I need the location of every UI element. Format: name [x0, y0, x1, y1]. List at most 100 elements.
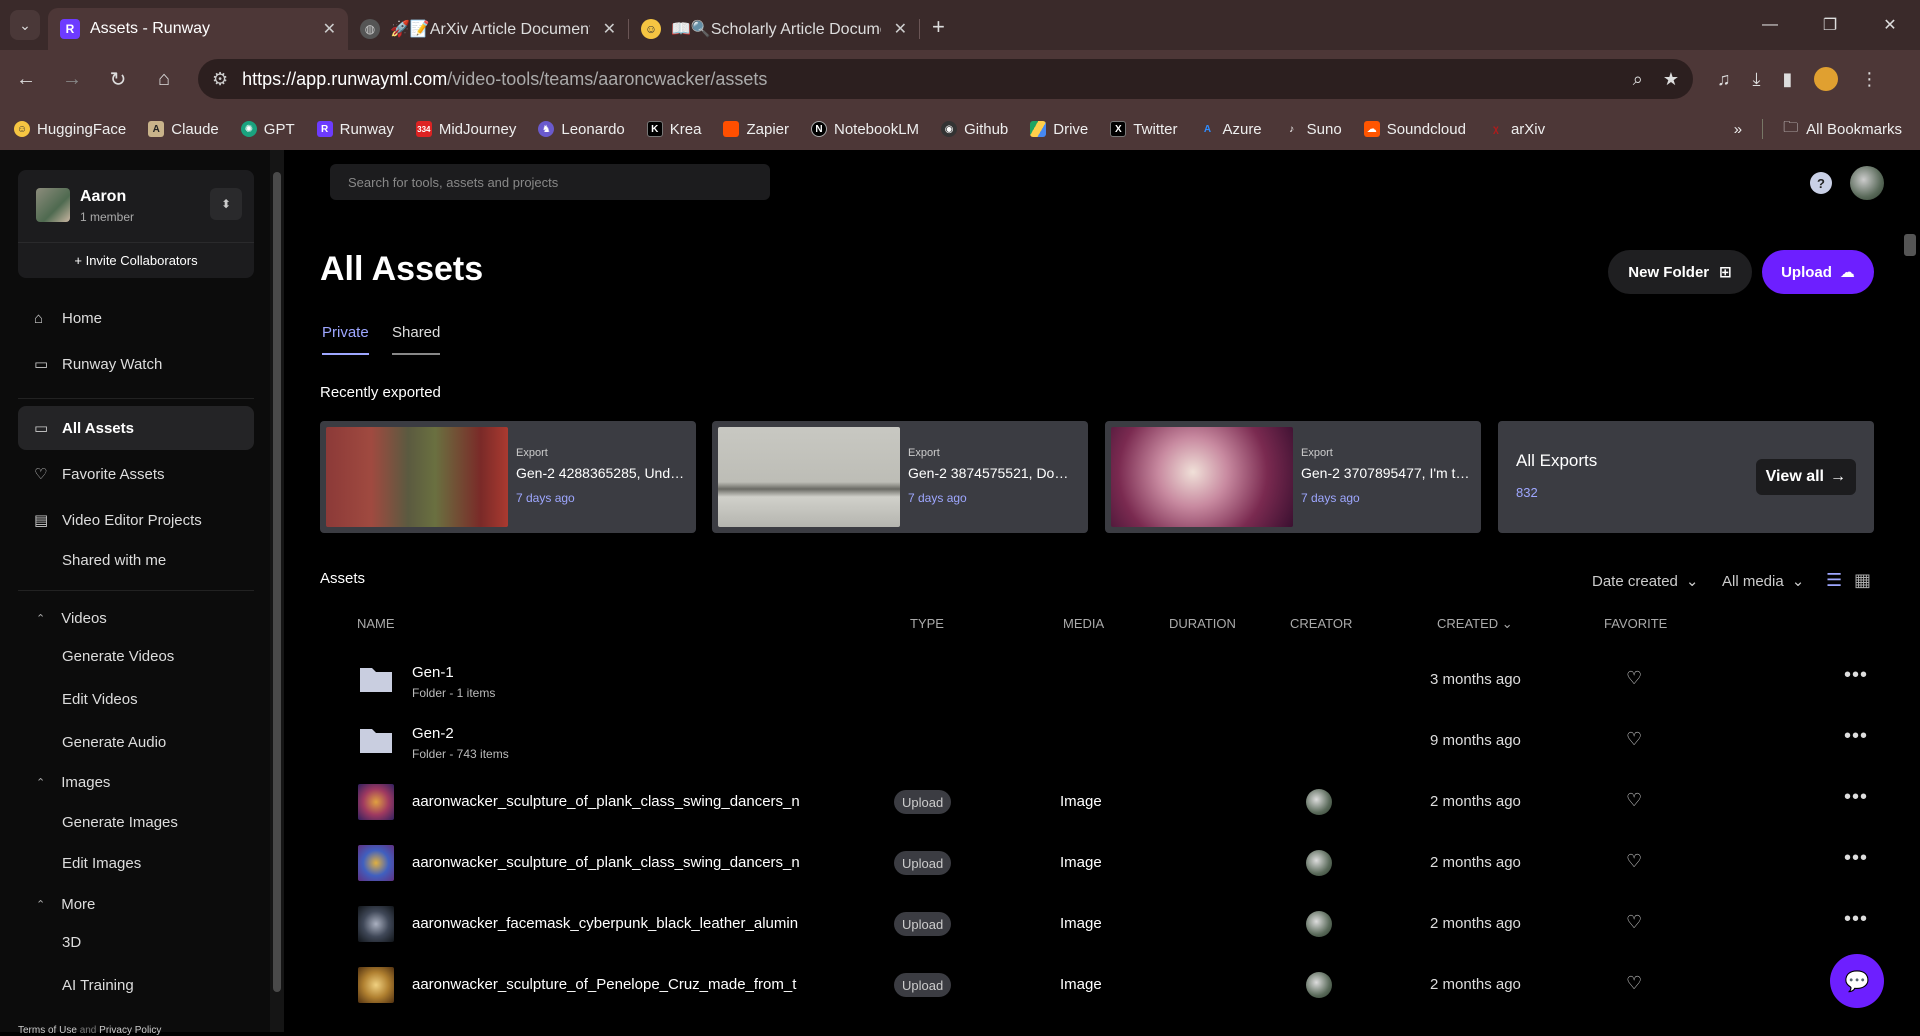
more-options-icon[interactable]: ••• [1844, 725, 1868, 748]
media-control-icon[interactable]: ♫ [1717, 69, 1731, 90]
column-header-created[interactable]: CREATED ⌄ [1437, 616, 1513, 632]
heart-icon[interactable]: ♡ [1626, 668, 1642, 689]
search-input[interactable]: Search for tools, assets and projects [330, 164, 770, 200]
sidebar-section-videos[interactable]: ⌃ Videos [36, 610, 107, 627]
table-row[interactable]: Gen-2 Folder - 743 items 9 months ago ♡ … [290, 711, 1900, 771]
side-panel-icon[interactable]: ▮ [1782, 69, 1792, 90]
upload-button[interactable]: Upload ☁ [1762, 250, 1874, 294]
list-view-icon[interactable]: ☰ [1826, 570, 1842, 591]
sidebar-item-3d[interactable]: 3D [62, 934, 81, 951]
heart-icon[interactable]: ♡ [1626, 912, 1642, 933]
bookmark-github[interactable]: ◉ Github [941, 121, 1008, 138]
kebab-menu-icon[interactable]: ⋮ [1860, 69, 1878, 90]
sidebar-item-edit-images[interactable]: Edit Images [62, 855, 141, 872]
back-button[interactable]: ← [6, 59, 46, 99]
media-filter-dropdown[interactable]: All media ⌄ [1722, 572, 1804, 591]
more-options-icon[interactable]: ••• [1844, 908, 1868, 931]
export-card[interactable]: Export Gen-2 4288365285, Unde... 7 days … [320, 421, 696, 533]
scrollbar-thumb[interactable] [273, 172, 281, 992]
minimize-icon[interactable]: — [1740, 0, 1800, 50]
help-icon[interactable]: ? [1810, 172, 1832, 194]
more-options-icon[interactable]: ••• [1844, 786, 1868, 809]
download-icon[interactable]: ⤓ [1753, 69, 1761, 90]
tab-search-button[interactable]: ⌄ [10, 10, 40, 40]
restore-icon[interactable]: ❐ [1800, 0, 1860, 50]
close-window-icon[interactable]: ✕ [1860, 0, 1920, 50]
bookmark-azure[interactable]: A Azure [1199, 121, 1262, 138]
chevron-double-right-icon[interactable]: » [1734, 121, 1742, 138]
new-tab-button[interactable]: + [932, 14, 945, 40]
more-options-icon[interactable]: ••• [1844, 847, 1868, 870]
user-avatar[interactable] [1850, 166, 1884, 200]
browser-tab-arxiv[interactable]: ◍ 🚀📝ArXiv Article Document S ✕ [348, 8, 628, 50]
bookmark-midjourney[interactable]: 334 MidJourney [415, 121, 516, 138]
column-header-duration[interactable]: DURATION [1169, 616, 1236, 631]
privacy-link[interactable]: Privacy Policy [99, 1025, 161, 1036]
sidebar-item-home[interactable]: ⌂ Home [18, 296, 254, 340]
tab-shared[interactable]: Shared [392, 324, 441, 355]
sidebar-item-generate-audio[interactable]: Generate Audio [62, 734, 166, 751]
reload-button[interactable]: ↻ [98, 59, 138, 99]
main-scrollbar[interactable] [1900, 150, 1920, 1032]
sidebar-item-favorite-assets[interactable]: ♡ Favorite Assets [18, 452, 254, 496]
bookmark-leonardo[interactable]: ♞ Leonardo [538, 121, 625, 138]
export-card[interactable]: Export Gen-2 3707895477, I'm th... 7 day… [1105, 421, 1481, 533]
zoom-icon[interactable]: ⌕ [1633, 69, 1643, 90]
heart-icon[interactable]: ♡ [1626, 851, 1642, 872]
bookmark-notebooklm[interactable]: N NotebookLM [811, 121, 919, 138]
table-row[interactable]: Gen-1 Folder - 1 items 3 months ago ♡ ••… [290, 650, 1900, 710]
tab-private[interactable]: Private [322, 324, 369, 355]
table-row[interactable]: aaronwacker_sculpture_of_Penelope_Cruz_m… [290, 955, 1900, 1015]
new-folder-button[interactable]: New Folder ⊞ [1608, 250, 1752, 294]
heart-icon[interactable]: ♡ [1626, 790, 1642, 811]
heart-icon[interactable]: ♡ [1626, 973, 1642, 994]
browser-tab-runway[interactable]: R Assets - Runway ✕ [48, 8, 348, 50]
invite-collaborators-button[interactable]: + Invite Collaborators [18, 242, 254, 278]
sidebar-item-all-assets[interactable]: ▭ All Assets [18, 406, 254, 450]
column-header-creator[interactable]: CREATOR [1290, 616, 1352, 631]
chat-support-button[interactable]: 💬 [1830, 954, 1884, 1008]
sidebar-item-runway-watch[interactable]: ▭ Runway Watch [18, 342, 254, 386]
browser-tab-scholarly[interactable]: ☺ 📖🔍Scholarly Article Docume ✕ [629, 8, 919, 50]
home-button[interactable]: ⌂ [144, 59, 184, 99]
bookmark-huggingface[interactable]: ☺ HuggingFace [14, 121, 126, 138]
bookmark-krea[interactable]: K Krea [646, 121, 701, 138]
bookmark-runway[interactable]: R Runway [316, 121, 394, 138]
bookmark-arxiv[interactable]: χ arXiv [1488, 121, 1545, 138]
export-card[interactable]: Export Gen-2 3874575521, Down i... 7 day… [712, 421, 1088, 533]
close-icon[interactable]: ✕ [603, 19, 616, 39]
close-icon[interactable]: ✕ [894, 19, 907, 39]
column-header-type[interactable]: TYPE [910, 616, 944, 631]
bookmark-zapier[interactable]: Zapier [723, 121, 789, 138]
bookmark-soundcloud[interactable]: ☁ Soundcloud [1363, 121, 1466, 138]
profile-avatar[interactable] [1814, 67, 1839, 91]
column-header-media[interactable]: MEDIA [1063, 616, 1104, 631]
bookmark-drive[interactable]: Drive [1030, 121, 1088, 138]
star-icon[interactable]: ★ [1663, 69, 1679, 90]
table-row[interactable]: aaronwacker_facemask_cyberpunk_black_lea… [290, 894, 1900, 954]
scrollbar-thumb[interactable] [1904, 234, 1916, 256]
grid-view-icon[interactable]: ▦ [1854, 570, 1871, 591]
terms-link[interactable]: Terms of Use [18, 1025, 77, 1036]
column-header-favorite[interactable]: FAVORITE [1604, 616, 1667, 631]
sidebar-item-video-editor-projects[interactable]: ▤ Video Editor Projects [18, 498, 254, 542]
sidebar-item-generate-images[interactable]: Generate Images [62, 814, 178, 831]
team-switcher-button[interactable]: ⬍ [210, 188, 242, 220]
sidebar-section-images[interactable]: ⌃ Images [36, 774, 110, 791]
heart-icon[interactable]: ♡ [1626, 729, 1642, 750]
more-options-icon[interactable]: ••• [1844, 664, 1868, 687]
view-all-button[interactable]: View all → [1755, 459, 1856, 495]
bookmark-claude[interactable]: A Claude [148, 121, 219, 138]
sidebar-item-edit-videos[interactable]: Edit Videos [62, 691, 138, 708]
bookmark-twitter[interactable]: X Twitter [1110, 121, 1177, 138]
bookmark-gpt[interactable]: ✺ GPT [240, 121, 295, 138]
column-header-name[interactable]: NAME [357, 616, 395, 631]
sort-dropdown[interactable]: Date created ⌄ [1592, 572, 1698, 591]
sidebar-section-more[interactable]: ⌃ More [36, 896, 95, 913]
close-icon[interactable]: ✕ [323, 19, 336, 39]
url-input[interactable]: ⚙ https://app.runwayml.com/video-tools/t… [198, 59, 1693, 99]
sidebar-item-ai-training[interactable]: AI Training [62, 977, 134, 994]
forward-button[interactable]: → [52, 59, 92, 99]
sidebar-item-shared-with-me[interactable]: Shared with me [62, 552, 166, 569]
table-row[interactable]: aaronwacker_sculpture_of_plank_class_swi… [290, 833, 1900, 893]
